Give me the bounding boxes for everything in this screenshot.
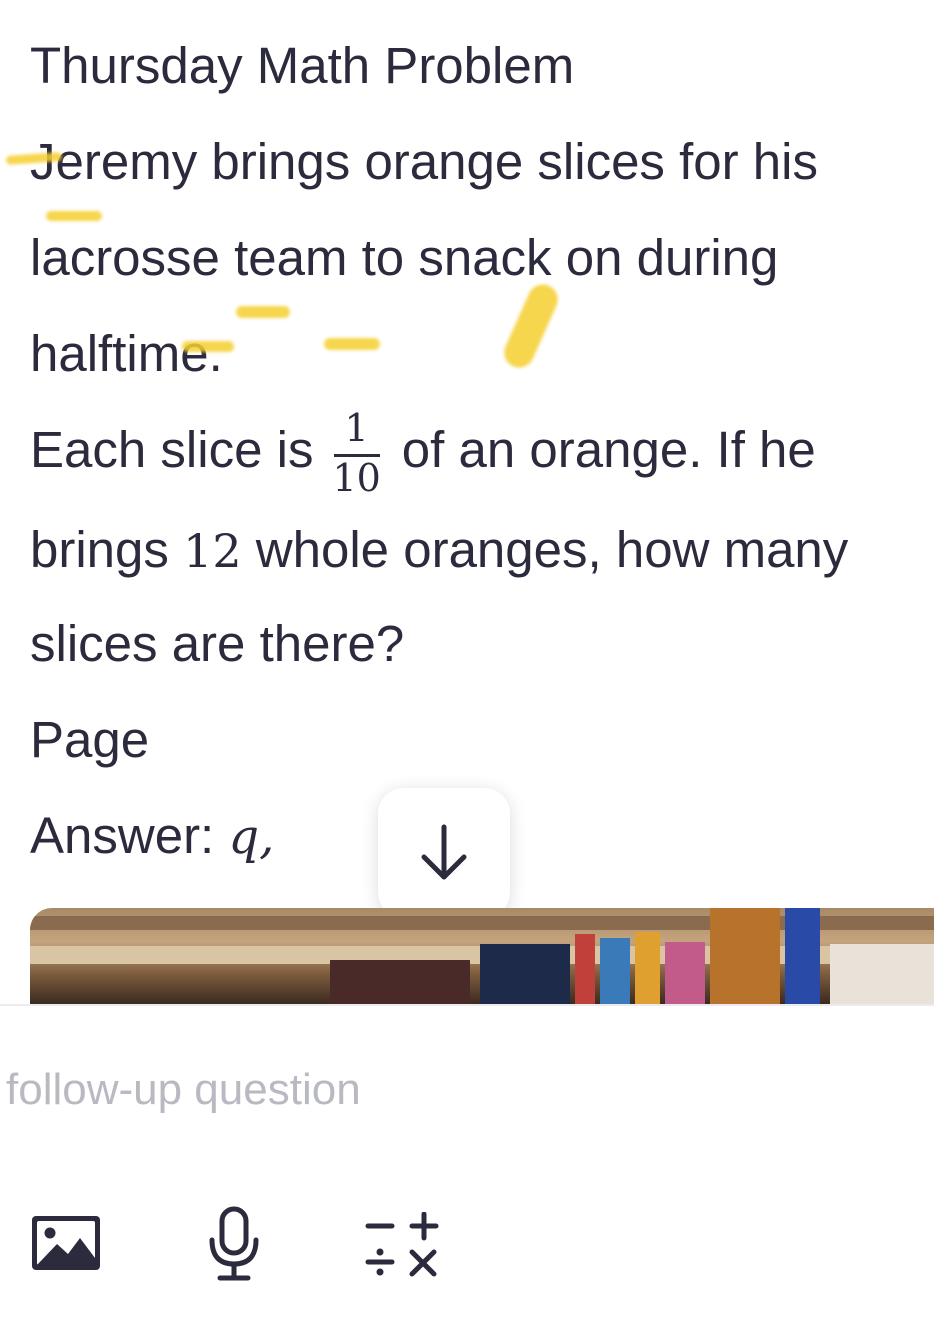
problem-line-4-after: of an orange. If he bbox=[401, 421, 816, 478]
scroll-down-button[interactable] bbox=[378, 788, 510, 918]
photo-shelf-side bbox=[710, 908, 780, 1004]
photo-books bbox=[480, 944, 570, 1004]
problem-line-1: Jeremy brings orange slices for his bbox=[30, 133, 818, 190]
problem-line-4-before: Each slice is bbox=[30, 421, 314, 478]
highlight-mark bbox=[236, 306, 290, 318]
problem-line-5: brings 12 whole oranges, how many bbox=[30, 520, 848, 581]
answer-value: q, bbox=[228, 809, 275, 865]
follow-up-input[interactable]: follow-up question bbox=[6, 1062, 606, 1118]
math-tools-button[interactable] bbox=[362, 1211, 442, 1285]
microphone-button[interactable] bbox=[208, 1206, 260, 1287]
problem-line-4: Each slice is 1 10 of an orange. If he bbox=[30, 404, 816, 500]
image-icon bbox=[32, 1216, 100, 1270]
highlight-mark bbox=[182, 341, 234, 352]
microphone-icon bbox=[209, 1206, 259, 1281]
fraction-numerator: 1 bbox=[344, 405, 369, 450]
problem-line-5-after: whole oranges, how many bbox=[255, 521, 849, 578]
photo-books bbox=[575, 934, 595, 1004]
arrow-down-icon bbox=[421, 824, 467, 880]
answer-label: Answer: bbox=[30, 807, 215, 864]
fraction: 1 10 bbox=[332, 405, 382, 500]
problem-line-6: slices are there? bbox=[30, 615, 405, 672]
photo-books bbox=[600, 938, 630, 1004]
fraction-denominator: 10 bbox=[332, 455, 381, 500]
highlight-mark bbox=[499, 279, 563, 373]
divider bbox=[0, 1004, 934, 1006]
photo-books bbox=[830, 944, 934, 1004]
problem-line-3: halftime. bbox=[30, 325, 223, 382]
attached-photo[interactable] bbox=[30, 908, 934, 1004]
photo-books bbox=[635, 932, 660, 1004]
photo-books bbox=[665, 942, 705, 1004]
math-operators-icon bbox=[365, 1211, 439, 1277]
problem-number-12: 12 bbox=[183, 524, 242, 578]
highlight-mark bbox=[324, 338, 380, 350]
problem-title: Thursday Math Problem bbox=[30, 37, 575, 94]
photo-books bbox=[785, 908, 820, 1004]
problem-line-2: lacrosse team to snack on during bbox=[30, 229, 779, 286]
answer-line: Answer: q, bbox=[30, 806, 274, 867]
highlight-mark bbox=[46, 211, 102, 221]
page-label: Page bbox=[30, 711, 150, 768]
photo-books bbox=[330, 960, 470, 1004]
image-button[interactable] bbox=[30, 1214, 102, 1277]
problem-line-5-before: brings bbox=[30, 521, 169, 578]
